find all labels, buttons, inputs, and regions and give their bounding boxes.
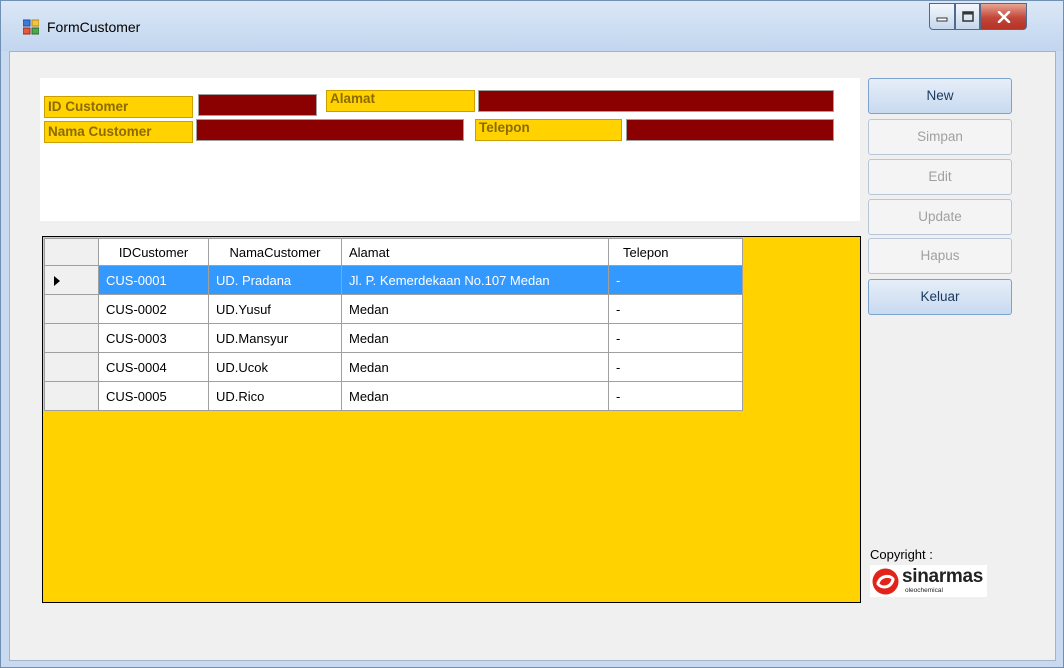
hapus-button[interactable]: Hapus xyxy=(868,238,1012,274)
logo-text: sinarmas xyxy=(902,566,984,587)
minimize-button[interactable] xyxy=(929,3,955,30)
alamat-label: Alamat xyxy=(326,90,475,112)
row-header[interactable] xyxy=(44,323,99,353)
maximize-button[interactable] xyxy=(955,3,980,30)
cell-telepon[interactable]: - xyxy=(608,352,743,382)
cell-alamat[interactable]: Medan xyxy=(341,381,609,411)
row-header[interactable] xyxy=(44,381,99,411)
cell-idcustomer[interactable]: CUS-0005 xyxy=(98,381,209,411)
grid-corner-cell[interactable] xyxy=(44,238,99,266)
cell-telepon[interactable]: - xyxy=(608,323,743,353)
table-row[interactable]: CUS-0005 UD.Rico Medan - xyxy=(44,381,743,411)
column-header-telepon[interactable]: Telepon xyxy=(608,238,743,266)
cell-namacustomer[interactable]: UD.Rico xyxy=(208,381,342,411)
cell-namacustomer[interactable]: UD.Mansyur xyxy=(208,323,342,353)
column-header-idcustomer[interactable]: IDCustomer xyxy=(98,238,209,266)
id-customer-label: ID Customer xyxy=(44,96,193,118)
table-header-row: IDCustomer NamaCustomer Alamat Telepon xyxy=(44,238,743,266)
cell-idcustomer[interactable]: CUS-0001 xyxy=(98,265,209,295)
cell-alamat[interactable]: Medan xyxy=(341,294,609,324)
copyright-label: Copyright : xyxy=(870,547,933,562)
id-customer-field[interactable] xyxy=(198,94,317,116)
cell-alamat[interactable]: Jl. P. Kemerdekaan No.107 Medan xyxy=(341,265,609,295)
keluar-button[interactable]: Keluar xyxy=(868,279,1012,315)
app-icon xyxy=(23,19,39,35)
row-header[interactable] xyxy=(44,265,99,295)
table-row[interactable]: CUS-0003 UD.Mansyur Medan - xyxy=(44,323,743,353)
cell-alamat[interactable]: Medan xyxy=(341,352,609,382)
simpan-button[interactable]: Simpan xyxy=(868,119,1012,155)
cell-telepon[interactable]: - xyxy=(608,381,743,411)
sinarmas-logo: sinarmas oleochemical xyxy=(870,565,987,597)
column-header-alamat[interactable]: Alamat xyxy=(341,238,609,266)
cell-namacustomer[interactable]: UD.Yusuf xyxy=(208,294,342,324)
update-button[interactable]: Update xyxy=(868,199,1012,235)
table-row[interactable]: CUS-0001 UD. Pradana Jl. P. Kemerdekaan … xyxy=(44,265,743,295)
close-icon xyxy=(997,10,1010,23)
telepon-label: Telepon xyxy=(475,119,622,141)
cell-telepon[interactable]: - xyxy=(608,265,743,295)
cell-idcustomer[interactable]: CUS-0003 xyxy=(98,323,209,353)
edit-button[interactable]: Edit xyxy=(868,159,1012,195)
minimize-icon xyxy=(936,17,948,21)
cell-idcustomer[interactable]: CUS-0002 xyxy=(98,294,209,324)
window-title: FormCustomer xyxy=(47,19,141,35)
current-row-arrow-icon xyxy=(54,276,60,287)
cell-alamat[interactable]: Medan xyxy=(341,323,609,353)
logo-subtext: oleochemical xyxy=(905,587,943,594)
customer-table: IDCustomer NamaCustomer Alamat Telepon C… xyxy=(44,238,743,411)
row-header[interactable] xyxy=(44,352,99,382)
cell-telepon[interactable]: - xyxy=(608,294,743,324)
maximize-icon xyxy=(961,11,974,22)
column-header-namacustomer[interactable]: NamaCustomer xyxy=(208,238,342,266)
cell-namacustomer[interactable]: UD. Pradana xyxy=(208,265,342,295)
close-button[interactable] xyxy=(980,3,1027,30)
telepon-field[interactable] xyxy=(626,119,834,141)
cell-idcustomer[interactable]: CUS-0004 xyxy=(98,352,209,382)
table-row[interactable]: CUS-0002 UD.Yusuf Medan - xyxy=(44,294,743,324)
table-row[interactable]: CUS-0004 UD.Ucok Medan - xyxy=(44,352,743,382)
nama-customer-label: Nama Customer xyxy=(44,121,193,143)
row-header[interactable] xyxy=(44,294,99,324)
cell-namacustomer[interactable]: UD.Ucok xyxy=(208,352,342,382)
nama-customer-field[interactable] xyxy=(196,119,464,141)
new-button[interactable]: New xyxy=(868,78,1012,114)
sinarmas-logo-icon xyxy=(872,568,899,595)
title-bar[interactable]: FormCustomer xyxy=(1,1,1063,51)
alamat-field[interactable] xyxy=(478,90,834,112)
